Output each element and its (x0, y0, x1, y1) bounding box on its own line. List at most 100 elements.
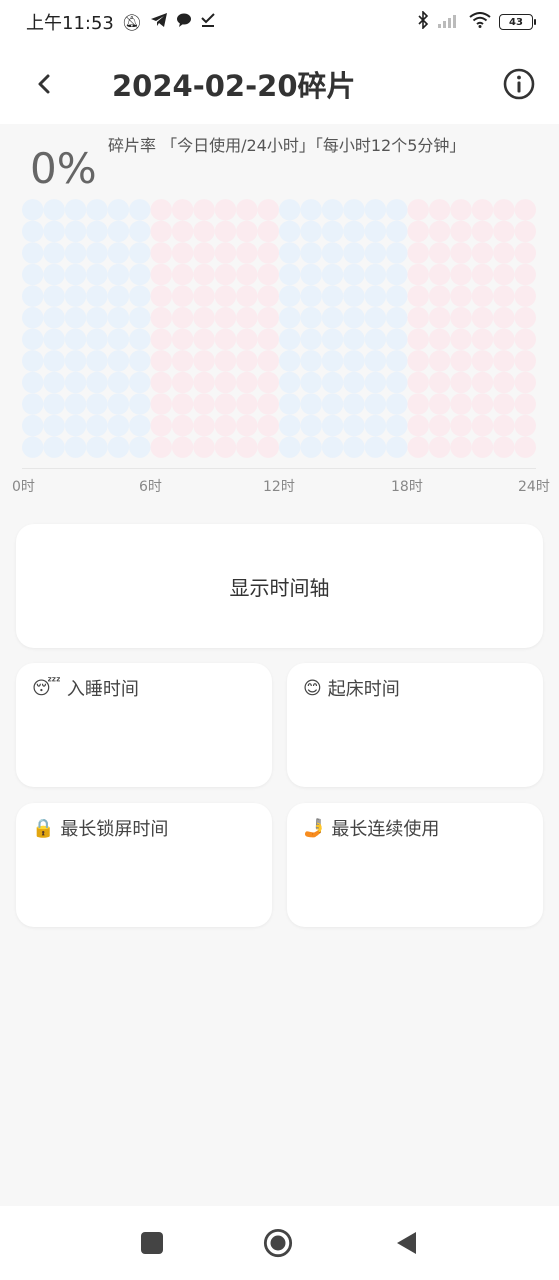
nav-back-button[interactable] (391, 1228, 421, 1258)
time-slot-cell (450, 285, 472, 307)
time-slot-cell (321, 263, 344, 286)
time-slot-cell (214, 350, 237, 372)
time-slot-cell (22, 328, 44, 350)
bluetooth-icon (417, 10, 429, 33)
time-slot-cell (257, 242, 279, 264)
time-slot-cell (471, 436, 494, 458)
time-slot-cell (300, 242, 322, 264)
time-slot-cell (300, 436, 322, 458)
time-slot-cell (64, 371, 87, 394)
home-button[interactable] (263, 1228, 293, 1258)
time-slot-cell (514, 371, 536, 394)
info-icon (503, 68, 535, 100)
time-slot-cell (450, 307, 472, 329)
time-slot-cell (407, 414, 429, 437)
time-slot-cell (514, 263, 536, 286)
time-slot-cell (171, 199, 194, 221)
time-slot-cell (257, 220, 279, 243)
time-slot-cell (43, 242, 65, 264)
time-slot-cell (236, 371, 258, 394)
wake-time-card[interactable]: 😊 起床时间 (287, 663, 543, 787)
time-slot-cell (22, 199, 44, 221)
time-slot-cell (428, 393, 451, 415)
x-tick-label: 12时 (263, 479, 295, 495)
time-slot-cell (86, 220, 108, 243)
time-slot-cell (407, 393, 429, 415)
time-slot-cell (107, 307, 130, 329)
time-slot-cell (129, 393, 151, 415)
wifi-icon (469, 12, 491, 32)
time-slot-cell (300, 328, 322, 350)
smiling-face-icon: 😊 (303, 677, 322, 699)
time-slot-cell (450, 371, 472, 394)
x-tick-label: 6时 (139, 479, 162, 495)
time-slot-cell (150, 414, 172, 437)
time-slot-cell (493, 263, 515, 286)
time-slot-cell (279, 307, 301, 329)
time-slot-cell (428, 350, 451, 372)
circle-icon (263, 1228, 293, 1258)
time-slot-cell (450, 393, 472, 415)
time-slot-cell (300, 285, 322, 307)
time-slot-cell (364, 350, 387, 372)
sleep-time-card[interactable]: 😴 入睡时间 (16, 663, 272, 787)
axis-baseline (22, 468, 536, 469)
time-slot-cell (300, 393, 322, 415)
time-slot-cell (214, 285, 237, 307)
longest-usage-card[interactable]: 🤳 最长连续使用 (287, 803, 543, 927)
battery-indicator: 43 (499, 14, 536, 30)
time-slot-cell (22, 393, 44, 415)
time-slot-cell (107, 199, 130, 221)
stat-label: 最长连续使用 (331, 819, 440, 840)
time-slot-cell (43, 328, 65, 350)
time-slot-cell (64, 285, 87, 307)
show-timeline-button[interactable]: 显示时间轴 (16, 524, 543, 648)
time-slot-cell (86, 307, 108, 329)
time-slot-cell (364, 199, 387, 221)
time-slot-cell (386, 242, 408, 264)
time-slot-cell (64, 220, 87, 243)
time-slot-cell (386, 199, 408, 221)
sleeping-face-icon: 😴 (32, 677, 61, 699)
info-button[interactable] (499, 64, 539, 104)
time-slot-cell (428, 414, 451, 437)
time-slot-cell (257, 350, 279, 372)
time-slot-cell (514, 393, 536, 415)
time-slot-cell (428, 242, 451, 264)
status-left: 上午11:53 🔕︎ (26, 9, 216, 35)
time-slot-cell (407, 263, 429, 286)
time-slot-cell (257, 199, 279, 221)
time-slot-cell (86, 285, 108, 307)
time-slot-cell (22, 350, 44, 372)
time-slot-cell (86, 199, 108, 221)
recent-apps-button[interactable] (137, 1228, 167, 1258)
stat-label: 最长锁屏时间 (60, 819, 169, 840)
time-slot-cell (343, 242, 365, 264)
back-button[interactable] (22, 62, 66, 106)
longest-lock-card[interactable]: 🔒 最长锁屏时间 (16, 803, 272, 927)
time-slot-cell (64, 199, 87, 221)
time-slot-cell (257, 263, 279, 286)
time-slot-cell (129, 371, 151, 394)
time-slot-cell (171, 220, 194, 243)
time-slot-cell (129, 307, 151, 329)
time-slot-cell (236, 220, 258, 243)
time-slot-cell (386, 263, 408, 286)
status-time: 上午11:53 (26, 13, 114, 34)
time-slot-cell (64, 393, 87, 415)
time-slot-cell (257, 371, 279, 394)
time-slot-cell (150, 350, 172, 372)
time-slot-cell (471, 307, 494, 329)
time-slot-cell (343, 414, 365, 437)
time-slot-cell (22, 242, 44, 264)
time-slot-cell (22, 285, 44, 307)
time-slot-cell (514, 285, 536, 307)
time-slot-cell (107, 414, 130, 437)
time-slot-cell (64, 328, 87, 350)
time-slot-cell (407, 220, 429, 243)
time-slot-cell (321, 328, 344, 350)
time-slot-cell (343, 393, 365, 415)
time-slot-cell (386, 414, 408, 437)
time-slot-cell (86, 393, 108, 415)
time-slot-cell (236, 285, 258, 307)
